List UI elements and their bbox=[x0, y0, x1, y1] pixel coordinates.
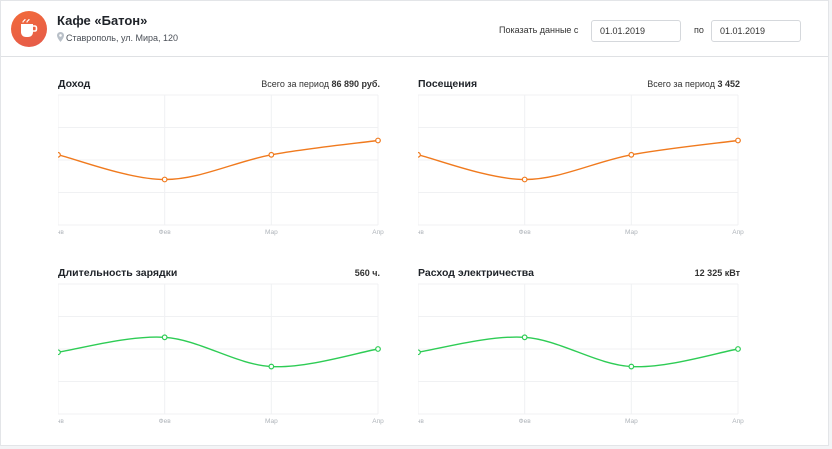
coffee-cup-icon bbox=[11, 11, 47, 47]
x-tick-label: Янв bbox=[58, 229, 64, 236]
x-tick-label: Мар bbox=[625, 418, 638, 425]
x-tick-label: Фев bbox=[159, 229, 172, 236]
card-total-value: 86 890 руб. bbox=[331, 79, 380, 89]
card-total-prefix: Всего за период bbox=[261, 79, 329, 89]
x-tick-label: Фев bbox=[159, 418, 172, 425]
address: Ставрополь, ул. Мира, 120 bbox=[57, 32, 178, 44]
x-tick-label: Фев bbox=[519, 418, 532, 425]
data-point bbox=[735, 346, 741, 352]
x-tick-label: Янв bbox=[58, 418, 64, 425]
chart-grid bbox=[58, 283, 379, 415]
x-tick-label: Фев bbox=[519, 229, 532, 236]
x-tick-label: Янв bbox=[418, 418, 424, 425]
cafe-name: Кафе «Батон» bbox=[57, 13, 148, 28]
data-point bbox=[418, 151, 421, 158]
x-tick-label: Апр bbox=[732, 418, 744, 425]
data-point bbox=[161, 334, 168, 341]
header: Кафе «Батон» Ставрополь, ул. Мира, 120 П… bbox=[1, 1, 828, 57]
card-total-value: 560 ч. bbox=[354, 268, 380, 278]
date-from-input[interactable] bbox=[591, 20, 681, 42]
electricity-chart: Янв Фев Мар Апр bbox=[418, 283, 744, 425]
x-tick-label: Мар bbox=[265, 229, 278, 236]
card-total: Всего за период 3 452 bbox=[647, 79, 740, 89]
data-point bbox=[521, 334, 528, 341]
card-total-prefix: Всего за период bbox=[647, 79, 715, 89]
data-point bbox=[58, 349, 61, 356]
chart-grid bbox=[418, 94, 739, 226]
card-title: Доход bbox=[58, 78, 91, 90]
card-title: Расход электричества bbox=[418, 267, 534, 279]
date-to-input[interactable] bbox=[711, 20, 801, 42]
x-tick-label: Мар bbox=[625, 229, 638, 236]
visits-card: Янв Фев Мар Апр Посещения Всего за период 3… bbox=[418, 78, 748, 248]
card-total: 12 325 кВт bbox=[695, 268, 740, 278]
data-point bbox=[521, 176, 528, 183]
data-point bbox=[628, 151, 635, 158]
dashboard-page: Кафе «Батон» Ставрополь, ул. Мира, 120 П… bbox=[0, 0, 829, 446]
data-point bbox=[375, 137, 381, 144]
date-filter-label: Показать данные с bbox=[499, 25, 579, 35]
income-chart: Янв Фев Мар Апр bbox=[58, 94, 384, 236]
card-total-value: 12 325 кВт bbox=[694, 268, 740, 278]
x-tick-label: Апр bbox=[732, 229, 744, 236]
electricity-card: Янв Фев Мар Апр Расход электричества 12 325… bbox=[418, 267, 748, 437]
chart-grid bbox=[418, 283, 739, 415]
data-point bbox=[161, 176, 168, 183]
card-total-value: 3 452 bbox=[717, 79, 740, 89]
x-tick-label: Янв bbox=[418, 229, 424, 236]
address-text: Ставрополь, ул. Мира, 120 bbox=[66, 33, 179, 43]
map-pin-icon bbox=[57, 32, 64, 44]
data-point bbox=[375, 346, 381, 352]
data-point bbox=[58, 151, 61, 158]
charging-duration-card: Янв Фев Мар Апр Длительность зарядки 560 ч. bbox=[58, 267, 388, 437]
income-card: Янв Фев Мар Апр Доход Всего за период 86 89… bbox=[58, 78, 388, 248]
data-point bbox=[735, 137, 741, 144]
card-title: Длительность зарядки bbox=[58, 267, 178, 279]
data-point bbox=[628, 363, 635, 370]
x-tick-label: Мар bbox=[265, 418, 278, 425]
charging-duration-chart: Янв Фев Мар Апр bbox=[58, 283, 384, 425]
data-point bbox=[268, 363, 275, 370]
date-to-label: по bbox=[694, 25, 704, 35]
series-line bbox=[418, 336, 739, 368]
card-total: Всего за период 86 890 руб. bbox=[261, 79, 380, 89]
card-total: 560 ч. bbox=[355, 268, 380, 278]
data-point bbox=[418, 349, 421, 356]
card-title: Посещения bbox=[418, 78, 478, 90]
x-tick-label: Апр bbox=[372, 229, 384, 236]
x-tick-label: Апр bbox=[372, 418, 384, 425]
series-line bbox=[58, 336, 379, 368]
visits-chart: Янв Фев Мар Апр bbox=[418, 94, 744, 236]
data-point bbox=[268, 151, 275, 158]
chart-grid bbox=[58, 94, 379, 226]
